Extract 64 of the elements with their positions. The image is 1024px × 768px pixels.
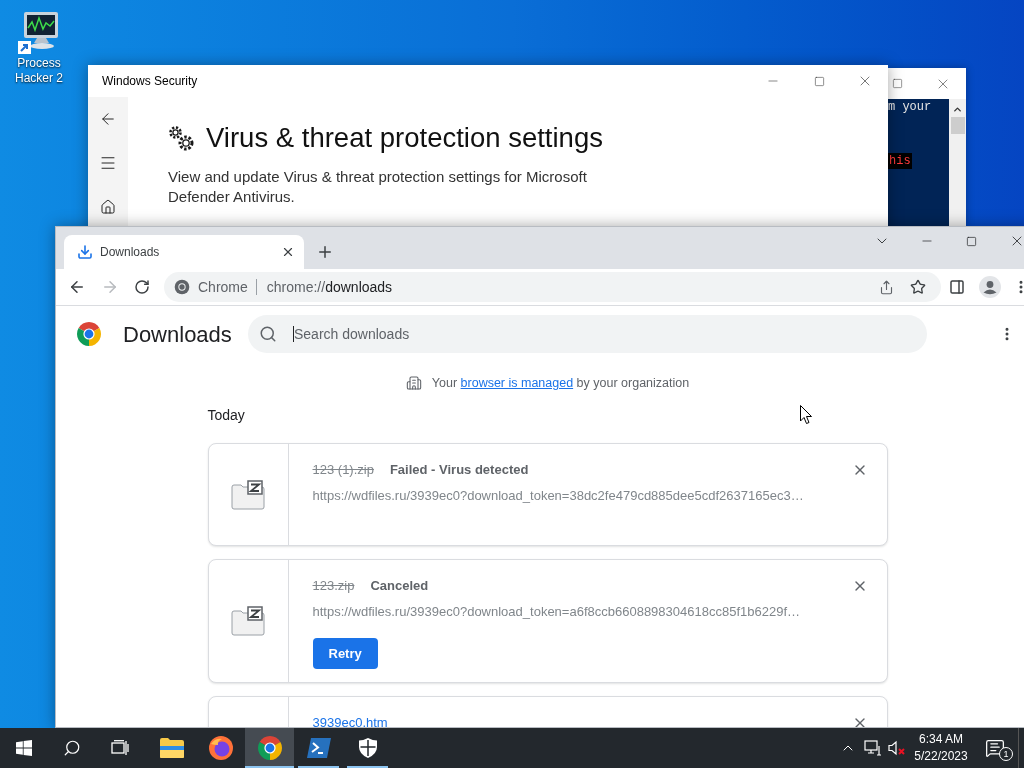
url-text: chrome://downloads	[266, 277, 393, 297]
maximize-icon	[813, 75, 825, 87]
search-field[interactable]: Search downloads	[248, 315, 927, 353]
chrome-icon	[257, 736, 282, 760]
download-status: Failed - Virus detected	[389, 461, 529, 480]
building-icon	[405, 375, 422, 391]
home-icon	[100, 199, 116, 215]
address-bar[interactable]: Chrome chrome://downloads	[164, 272, 941, 302]
folder-icon	[159, 738, 184, 758]
mouse-pointer-icon	[800, 405, 813, 425]
notification-count: 1	[999, 747, 1013, 761]
avatar-icon	[979, 276, 1001, 298]
clock-time[interactable]: 6:34 AM	[919, 731, 963, 748]
plus-icon	[316, 243, 334, 261]
firefox-icon	[208, 736, 233, 760]
file-name: 123.zip	[312, 577, 355, 596]
scrollbar-thumb[interactable]	[950, 117, 965, 134]
page-heading: Virus & threat protection settings	[206, 121, 603, 155]
forward-icon	[101, 278, 119, 296]
network-icon	[864, 740, 882, 756]
close-icon	[281, 245, 295, 259]
star-icon	[910, 279, 926, 295]
shortcut-label: Process Hacker 2	[14, 56, 64, 86]
scrollbar[interactable]	[949, 99, 966, 226]
chrome-logo-icon	[77, 322, 101, 346]
notifications-button[interactable]: 1	[972, 728, 1018, 768]
maximize-icon	[966, 235, 977, 247]
zip-file-icon	[231, 479, 265, 510]
menu-icon	[99, 154, 117, 172]
page-description: View and update Virus & threat protection settings for Microsoft Defender Antivirus.	[168, 167, 588, 207]
maximize-icon[interactable]	[892, 78, 903, 89]
reload-icon	[134, 279, 150, 295]
gears-icon	[168, 125, 194, 151]
notification-icon	[985, 738, 1005, 758]
share-icon	[878, 279, 894, 295]
browser-tab[interactable]: Downloads	[64, 235, 304, 269]
terminal-icon	[305, 737, 332, 759]
download-status: Canceled	[370, 577, 429, 596]
console-line: m your	[888, 99, 933, 115]
managed-notice: Your browser is managed by your organization	[431, 374, 690, 392]
task-view-icon	[111, 740, 129, 756]
chrome-site-icon	[174, 279, 190, 295]
retry-button[interactable]: Retry	[312, 638, 378, 669]
download-icon	[77, 244, 93, 260]
search-icon	[259, 325, 277, 343]
file-link[interactable]: 3939ec0.htm	[312, 713, 388, 727]
zip-file-icon	[231, 606, 265, 636]
download-url[interactable]: https://wdfiles.ru/3939ec0?download_token=38dc2fe479cd885dee5cdf2637165ec3…	[312, 486, 804, 506]
site-label: Chrome	[198, 277, 248, 297]
side-panel-icon	[949, 279, 965, 295]
window-title: Windows Security	[101, 73, 199, 90]
section-heading: Today	[207, 406, 245, 425]
scroll-up-icon[interactable]	[952, 104, 963, 115]
back-icon	[99, 110, 117, 128]
clock-date[interactable]: 5/22/2023	[914, 748, 968, 765]
download-url[interactable]: https://wdfiles.ru/3939ec0?download_token=a6f8ccb6608898304618cc85f1b6229f…	[312, 602, 800, 622]
back-icon	[68, 278, 86, 296]
downloads-title: Downloads	[123, 320, 233, 349]
windows-logo-icon	[16, 740, 32, 756]
file-name: 123 (1).zip	[312, 461, 374, 480]
shield-icon	[357, 737, 378, 759]
desktop-shortcut[interactable]: Process Hacker 2	[6, 10, 72, 86]
managed-link[interactable]: browser is managed	[460, 375, 574, 390]
search-icon	[63, 739, 81, 757]
